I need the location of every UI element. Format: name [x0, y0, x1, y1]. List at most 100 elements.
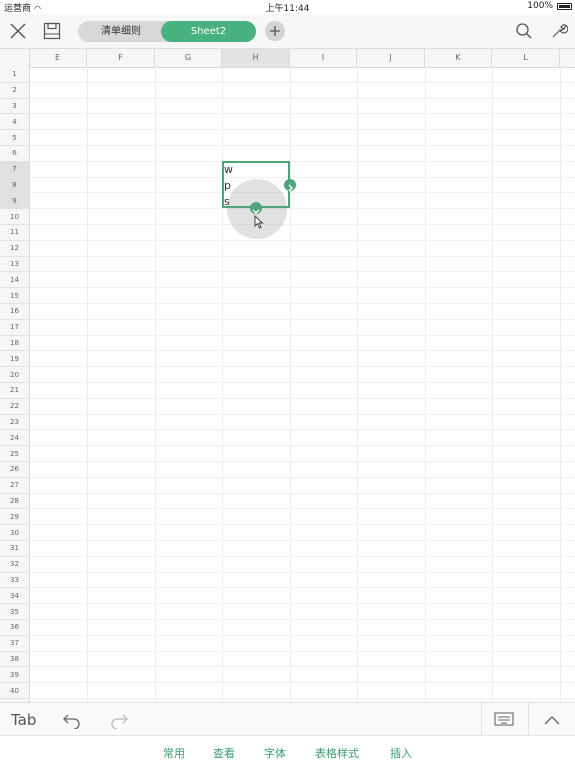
column-header-cell[interactable]: I	[290, 49, 357, 67]
row-header-cell[interactable]: 2	[0, 83, 29, 99]
row-header-cell[interactable]: 40	[0, 683, 29, 699]
grid-line	[29, 303, 575, 304]
row-header-cell[interactable]: 17	[0, 320, 29, 336]
row-header-cell[interactable]: 37	[0, 636, 29, 652]
bottom-edit-bar: Tab	[0, 702, 575, 736]
row-header-cell[interactable]: 35	[0, 604, 29, 620]
row-header-cell[interactable]: 25	[0, 446, 29, 462]
column-header-cell[interactable]: H	[222, 49, 290, 67]
battery-icon	[557, 3, 572, 10]
redo-button[interactable]	[107, 708, 131, 732]
row-header-cell[interactable]: 5	[0, 130, 29, 146]
tools-button[interactable]	[546, 18, 572, 44]
row-header-cell[interactable]: 15	[0, 288, 29, 304]
grid-line	[155, 67, 156, 702]
grid-line	[29, 366, 575, 368]
row-header-cell[interactable]: 8	[0, 177, 29, 194]
row-header-cell[interactable]: 33	[0, 573, 29, 589]
column-header-cell[interactable]: K	[425, 49, 492, 67]
save-button[interactable]	[39, 18, 65, 44]
row-header-cell[interactable]: 10	[0, 209, 29, 225]
menu-insert[interactable]: 插入	[390, 745, 412, 761]
row-header-cell[interactable]: 38	[0, 652, 29, 668]
chevron-up-icon	[544, 716, 560, 725]
menu-table-style[interactable]: 表格样式	[315, 745, 359, 761]
save-icon	[43, 22, 61, 40]
row-header-cell[interactable]: 36	[0, 620, 29, 636]
grid-line	[29, 224, 575, 225]
sheet-grid[interactable]	[29, 67, 575, 702]
grid-line	[29, 334, 575, 336]
grid-line	[29, 508, 575, 510]
column-header-cell[interactable]: G	[155, 49, 222, 67]
keyboard-button[interactable]	[492, 708, 516, 732]
tab-key-button[interactable]: Tab	[11, 711, 36, 729]
expand-button[interactable]	[540, 708, 564, 732]
keyboard-icon	[494, 712, 514, 726]
row-header-cell[interactable]: 14	[0, 272, 29, 289]
cell-selection	[222, 161, 290, 208]
corner-cell[interactable]	[0, 49, 30, 67]
grid-line	[425, 67, 426, 702]
row-header-cell[interactable]: 11	[0, 225, 29, 241]
row-header-cell[interactable]: 19	[0, 351, 29, 368]
sheet-tab-bar: 清单细则 Sheet2	[78, 21, 256, 42]
row-header-cell[interactable]: 7	[0, 161, 29, 178]
row-header-cell[interactable]: 3	[0, 99, 29, 115]
menu-common[interactable]: 常用	[163, 745, 185, 761]
row-header-cell[interactable]: 34	[0, 588, 29, 605]
grid-line	[87, 67, 88, 702]
grid-line	[29, 476, 575, 478]
grid-line	[29, 698, 575, 699]
row-header-cell[interactable]: 9	[0, 193, 29, 210]
add-sheet-button[interactable]	[265, 21, 285, 41]
grid-line	[29, 397, 575, 399]
column-header-cell[interactable]: E	[29, 49, 87, 67]
row-header-cell[interactable]: 22	[0, 399, 29, 415]
selection-handle-right[interactable]	[284, 179, 296, 192]
row-header-cell[interactable]: 30	[0, 525, 29, 541]
undo-button[interactable]	[60, 708, 84, 732]
row-header-cell[interactable]: 21	[0, 383, 29, 399]
row-header-cell[interactable]: 28	[0, 494, 29, 510]
row-header-cell[interactable]: 39	[0, 667, 29, 684]
column-header-cell[interactable]: F	[87, 49, 155, 67]
row-header-cell[interactable]: 18	[0, 336, 29, 352]
row-header-cell[interactable]: 12	[0, 241, 29, 257]
grid-line	[29, 81, 575, 83]
grid-line	[560, 67, 561, 702]
row-header-cell[interactable]: 13	[0, 257, 29, 273]
row-header-cell[interactable]: 29	[0, 509, 29, 526]
undo-icon	[63, 714, 80, 729]
grid-line	[29, 382, 575, 383]
row-header-cell[interactable]: 31	[0, 541, 29, 557]
menu-font[interactable]: 字体	[264, 745, 286, 761]
row-header-cell[interactable]: 24	[0, 430, 29, 447]
grid-line	[29, 650, 575, 652]
selection-handle-bottom[interactable]	[250, 202, 262, 214]
row-header: 1 2 3 4 5 6 7 8 9 10 11 12 13 14 15 16 17 18 19 20 21 22 23 24 2…	[0, 67, 30, 702]
menu-view[interactable]: 查看	[213, 745, 235, 761]
ribbon-menu: 常用 查看 字体 表格样式 插入	[0, 735, 575, 768]
grid-line	[29, 129, 575, 131]
grid-line	[29, 192, 575, 194]
row-header-cell[interactable]: 1	[0, 67, 29, 83]
row-header-cell[interactable]: 6	[0, 146, 29, 162]
close-button[interactable]	[5, 18, 31, 44]
row-header-cell[interactable]: 26	[0, 462, 29, 478]
row-header-cell[interactable]: 23	[0, 415, 29, 431]
grid-line	[290, 67, 291, 702]
row-header-cell[interactable]: 16	[0, 304, 29, 320]
grid-line	[29, 540, 575, 541]
column-header-cell[interactable]: J	[357, 49, 425, 67]
row-header-cell[interactable]: 20	[0, 367, 29, 383]
clock: 上午11:44	[265, 4, 310, 14]
search-button[interactable]	[511, 18, 537, 44]
row-header-cell[interactable]: 4	[0, 114, 29, 131]
row-header-cell[interactable]: 27	[0, 478, 29, 494]
row-header-cell[interactable]: 32	[0, 557, 29, 573]
divider	[528, 703, 529, 736]
column-header-cell[interactable]: L	[492, 49, 560, 67]
tab-sheet-1[interactable]: 清单细则	[78, 21, 164, 42]
tab-sheet-2[interactable]: Sheet2	[161, 21, 256, 42]
